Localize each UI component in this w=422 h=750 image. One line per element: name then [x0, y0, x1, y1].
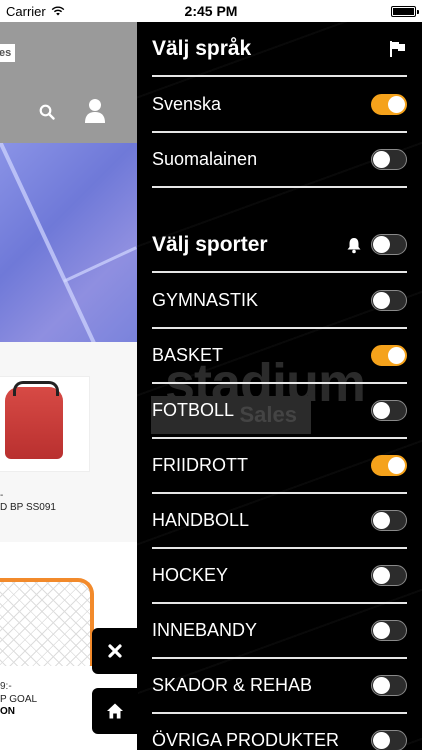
sport-option-handboll[interactable]: HANDBOLL [152, 494, 407, 549]
sport-option-label: GYMNASTIK [152, 290, 259, 310]
user-icon[interactable] [84, 98, 106, 124]
home-button[interactable] [92, 688, 138, 734]
sport-option-label: INNEBANDY [152, 620, 258, 640]
product-price: 9:- [0, 681, 12, 692]
close-icon [108, 644, 122, 658]
sport-option-label: SKADOR & REHAB [152, 675, 313, 695]
language-section-title: Välj språk [152, 36, 252, 60]
close-menu-button[interactable] [92, 628, 138, 674]
background-header: les [0, 22, 137, 143]
background-banner[interactable] [0, 143, 137, 342]
sport-toggle[interactable] [371, 510, 407, 531]
sport-toggle[interactable] [371, 675, 407, 696]
home-icon [107, 703, 123, 719]
language-option-label: Suomalainen [152, 149, 258, 169]
search-icon[interactable] [39, 104, 55, 120]
language-toggle-svenska[interactable] [371, 94, 407, 115]
product-name: D BP SS091 [0, 502, 56, 513]
battery-icon [391, 5, 419, 17]
sports-notifications-toggle[interactable] [371, 234, 407, 255]
language-section-header: Välj språk [152, 22, 407, 77]
product-tag: ON [0, 706, 15, 717]
status-right [391, 5, 419, 17]
settings-drawer: stadium Sales Välj språk Svenska Suomala… [137, 22, 422, 750]
sport-toggle[interactable] [371, 455, 407, 476]
sport-option-fotboll[interactable]: FOTBOLL [152, 384, 407, 439]
sports-section-title: Välj sporter [152, 232, 268, 256]
sport-option-hockey[interactable]: HOCKEY [152, 549, 407, 604]
flag-icon [390, 40, 405, 57]
background-logo: les [0, 44, 16, 62]
product-image [0, 376, 90, 472]
language-option-svenska[interactable]: Svenska [152, 78, 407, 133]
status-time: 2:45 PM [184, 3, 238, 19]
sport-option-label: HOCKEY [152, 565, 229, 585]
status-bar: Carrier 2:45 PM [0, 0, 422, 22]
sport-option-skador-rehab[interactable]: SKADOR & REHAB [152, 659, 407, 714]
sport-option-innebandy[interactable]: INNEBANDY [152, 604, 407, 659]
product-image [0, 578, 94, 666]
sport-toggle[interactable] [371, 730, 407, 750]
sport-option-label: HANDBOLL [152, 510, 250, 530]
sport-toggle[interactable] [371, 345, 407, 366]
sport-option-friidrott[interactable]: FRIIDROTT [152, 439, 407, 494]
sport-toggle[interactable] [371, 620, 407, 641]
sport-option-ovriga-produkter[interactable]: ÖVRIGA PRODUKTER [152, 714, 407, 750]
language-toggle-suomalainen[interactable] [371, 149, 407, 170]
sports-section-header: Välj sporter [152, 218, 407, 273]
sport-option-label: ÖVRIGA PRODUKTER [152, 730, 340, 750]
sport-option-label: FOTBOLL [152, 400, 235, 420]
product-name: P GOAL [0, 694, 38, 705]
sport-toggle[interactable] [371, 565, 407, 586]
sport-toggle[interactable] [371, 400, 407, 421]
sport-toggle[interactable] [371, 290, 407, 311]
sport-option-basket[interactable]: BASKET [152, 329, 407, 384]
language-option-suomalainen[interactable]: Suomalainen [152, 133, 407, 188]
sport-option-label: FRIIDROTT [152, 455, 248, 475]
language-option-label: Svenska [152, 94, 222, 114]
sport-option-gymnastik[interactable]: GYMNASTIK [152, 274, 407, 329]
sport-option-label: BASKET [152, 345, 224, 365]
bell-icon [347, 237, 361, 253]
product-price: - [0, 490, 4, 501]
background-product-card[interactable]: - D BP SS091 [0, 342, 137, 542]
